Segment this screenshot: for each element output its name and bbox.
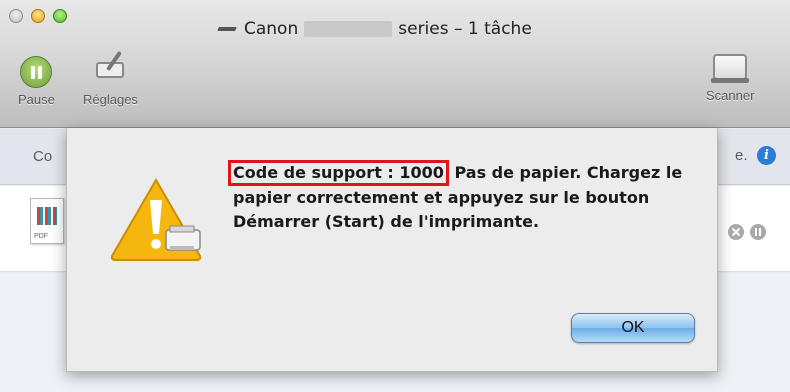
settings-label: Réglages	[83, 92, 138, 107]
close-window-button[interactable]	[9, 9, 23, 23]
alert-message: Code de support : 1000 Pas de papier. Ch…	[228, 160, 703, 234]
minimize-window-button[interactable]	[31, 9, 45, 23]
title-prefix: Canon	[244, 19, 299, 39]
pause-button[interactable]: Pause	[18, 56, 55, 107]
cancel-job-icon[interactable]	[728, 224, 744, 240]
file-type-label: PDF	[34, 233, 48, 240]
status-text-left: Co	[33, 148, 53, 165]
pause-label: Pause	[18, 92, 55, 107]
status-text-right: e.	[735, 147, 748, 164]
toolbar: Canon series – 1 tâche Pause Réglages Sc…	[0, 0, 790, 128]
info-icon[interactable]: i	[757, 146, 776, 165]
warning-icon	[110, 178, 202, 261]
pause-job-icon[interactable]	[750, 224, 766, 240]
printer-icon	[218, 24, 238, 34]
zoom-window-button[interactable]	[53, 9, 67, 23]
pdf-document-icon: PDF	[30, 198, 64, 244]
message-first-line: Pas de papier.	[454, 163, 582, 182]
alert-sheet: Code de support : 1000 Pas de papier. Ch…	[66, 128, 718, 372]
printer-settings-icon	[90, 48, 130, 88]
print-queue-window: Canon series – 1 tâche Pause Réglages Sc…	[0, 0, 790, 392]
support-code-highlight: Code de support : 1000	[228, 160, 449, 186]
title-suffix: series – 1 tâche	[398, 19, 532, 39]
scanner-icon	[711, 50, 750, 84]
settings-button[interactable]: Réglages	[83, 48, 138, 107]
pause-icon	[20, 56, 53, 88]
window-title: Canon series – 1 tâche	[218, 17, 532, 41]
scanner-button[interactable]: Scanner	[706, 50, 754, 103]
scanner-label: Scanner	[706, 88, 755, 103]
support-code: Code de support : 1000	[233, 163, 444, 182]
ok-button[interactable]: OK	[571, 313, 695, 343]
redacted-model-name	[304, 21, 393, 37]
